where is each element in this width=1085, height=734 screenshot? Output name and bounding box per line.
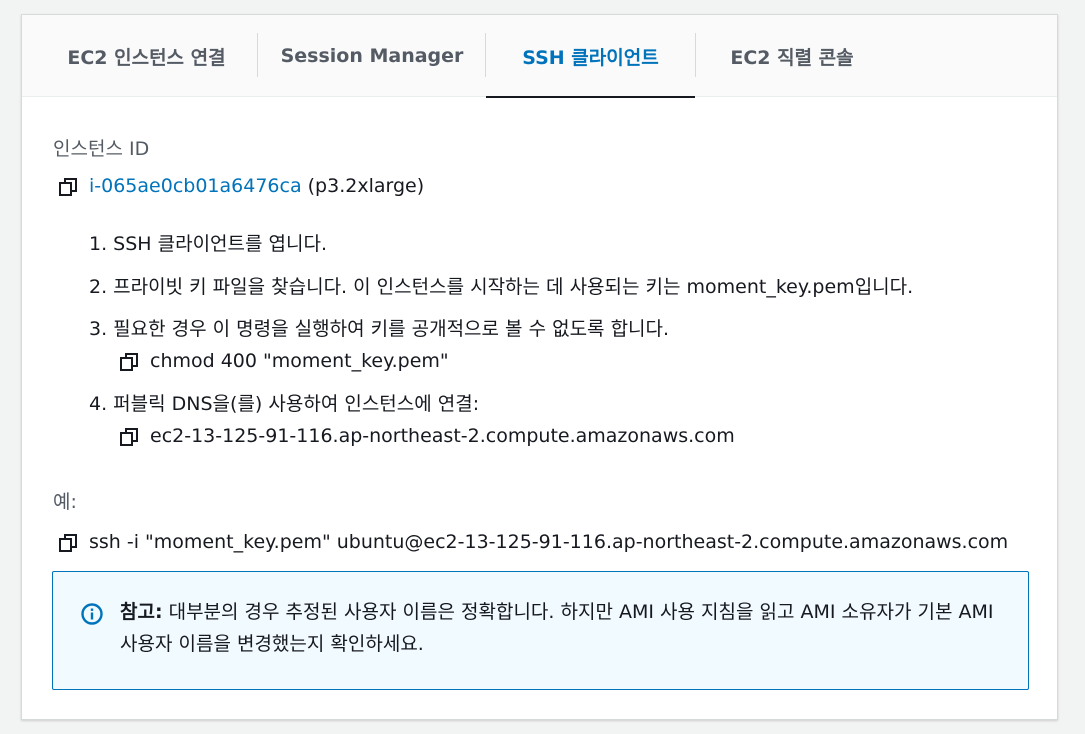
info-icon [81,603,103,625]
step-3: 3. 필요한 경우 이 명령을 실행하여 키를 공개적으로 볼 수 없도록 합니… [89,318,670,340]
example-label: 예: [53,491,77,513]
notice-title: 참고: [120,601,163,623]
ssh-connect-panel: EC2 인스턴스 연결 Session Manager SSH 클라이언트 EC… [21,14,1058,720]
step-1: 1. SSH 클라이언트를 엽니다. [89,233,328,255]
info-notice: 참고: 대부분의 경우 추정된 사용자 이름은 정확합니다. 하지만 AMI 사… [52,571,1029,690]
instance-id-row: i-065ae0cb01a6476ca (p3.2xlarge) [89,174,424,198]
step-4: 4. 퍼블릭 DNS을(를) 사용하여 인스턴스에 연결: [89,393,480,415]
tab-bar: EC2 인스턴스 연결 Session Manager SSH 클라이언트 EC… [22,15,1057,98]
tab-ssh-client[interactable]: SSH 클라이언트 [486,15,695,98]
instance-type: (p3.2xlarge) [307,175,425,197]
tab-ec2-instance-connect[interactable]: EC2 인스턴스 연결 [34,15,259,97]
copy-icon[interactable] [58,533,78,553]
notice-body: 대부분의 경우 추정된 사용자 이름은 정확합니다. 하지만 AMI 사용 지침… [120,601,994,655]
copy-icon[interactable] [58,177,78,197]
copy-icon[interactable] [119,352,139,372]
tab-divider [257,33,258,77]
ssh-command: ssh -i "moment_key.pem" ubuntu@ec2-13-12… [89,531,1009,553]
chmod-command: chmod 400 "moment_key.pem" [150,350,449,372]
step-2: 2. 프라이빗 키 파일을 찾습니다. 이 인스턴스를 시작하는 데 사용되는 … [89,276,914,298]
tab-divider [695,33,696,77]
copy-icon[interactable] [119,427,139,447]
public-dns: ec2-13-125-91-116.ap-northeast-2.compute… [150,425,735,447]
notice-text: 참고: 대부분의 경우 추정된 사용자 이름은 정확합니다. 하지만 AMI 사… [120,596,1010,660]
tab-session-manager[interactable]: Session Manager [264,15,480,97]
instance-id-link[interactable]: i-065ae0cb01a6476ca [89,175,302,197]
tab-ec2-serial-console[interactable]: EC2 직렬 콘솔 [702,15,882,97]
instance-id-label: 인스턴스 ID [53,138,150,160]
